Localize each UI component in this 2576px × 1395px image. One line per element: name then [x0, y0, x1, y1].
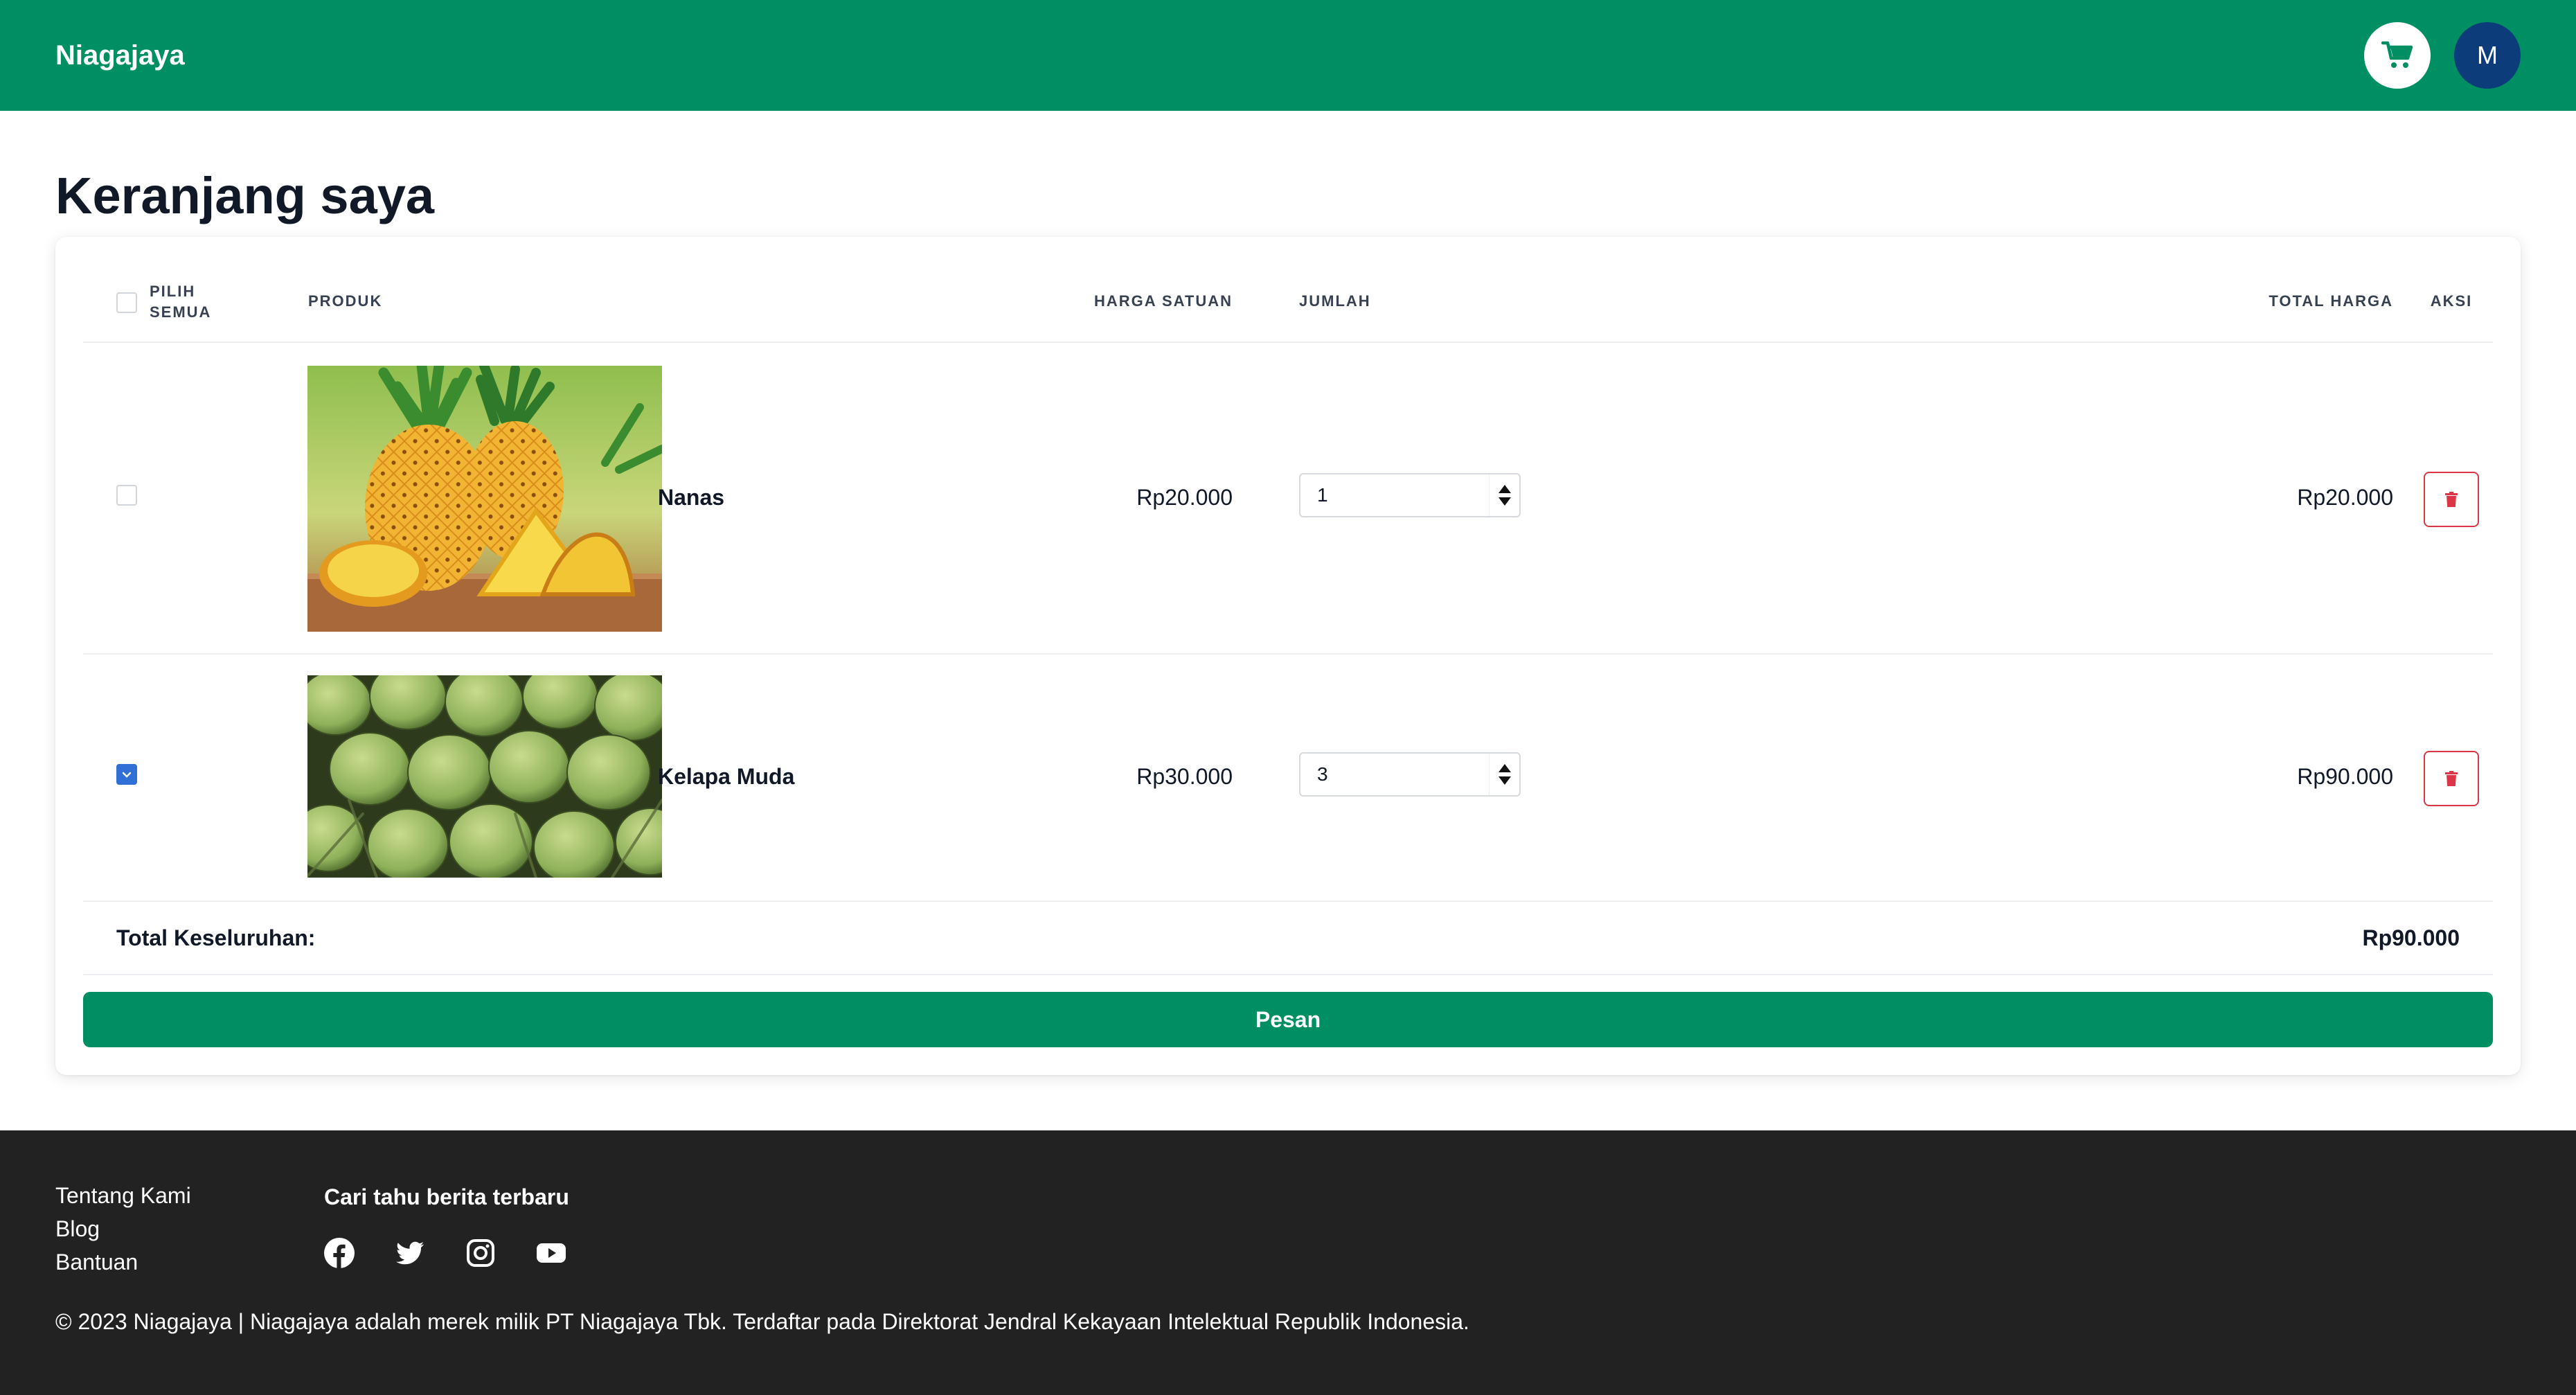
instagram-icon[interactable]	[465, 1238, 496, 1268]
unit-price: Rp20.000	[1136, 485, 1233, 510]
product-name[interactable]: Kelapa Muda	[658, 764, 794, 790]
delete-item-button[interactable]	[2424, 472, 2479, 527]
select-all-checkbox[interactable]	[116, 292, 137, 313]
decrement-arrow-icon[interactable]	[1498, 776, 1511, 785]
news-title: Cari tahu berita terbaru	[324, 1184, 569, 1209]
quantity-spinner	[1489, 754, 1519, 795]
total-value: Rp90.000	[2362, 925, 2460, 950]
quantity-value[interactable]: 1	[1300, 484, 1489, 506]
social-links	[324, 1238, 569, 1268]
decrement-arrow-icon[interactable]	[1498, 497, 1511, 506]
news-section: Cari tahu berita terbaru	[324, 1184, 569, 1268]
header-total-price: TOTAL HARGA	[2269, 292, 2393, 310]
quantity-value[interactable]: 3	[1300, 763, 1489, 785]
check-icon	[122, 772, 132, 778]
header-product: PRODUK	[308, 292, 383, 310]
total-label: Total Keseluruhan:	[116, 925, 316, 950]
product-name[interactable]: Nanas	[658, 485, 724, 510]
header-unit-price: HARGA SATUAN	[1094, 292, 1233, 310]
cart-table-header: PILIH SEMUA PRODUK HARGA SATUAN JUMLAH T…	[83, 237, 2493, 343]
row-checkbox[interactable]	[116, 764, 137, 785]
trash-icon	[2445, 771, 2458, 786]
copyright-text: © 2023 Niagajaya | Niagajaya adalah mere…	[55, 1309, 1469, 1334]
increment-arrow-icon[interactable]	[1498, 485, 1511, 493]
footer: Tentang Kami Blog Bantuan Cari tahu beri…	[0, 1130, 2576, 1395]
cart-icon	[2381, 41, 2413, 68]
top-navbar: Niagajaya M	[0, 0, 2576, 111]
delete-item-button[interactable]	[2424, 751, 2479, 806]
youtube-icon[interactable]	[536, 1238, 566, 1268]
twitter-icon[interactable]	[395, 1238, 425, 1268]
user-avatar[interactable]: M	[2454, 22, 2521, 89]
quantity-stepper[interactable]: 3	[1299, 752, 1521, 797]
row-total-price: Rp20.000	[2297, 485, 2393, 510]
table-row: Nanas Rp20.000 1 Rp20.000	[83, 343, 2493, 655]
brand-logo[interactable]: Niagajaya	[55, 40, 185, 71]
header-actions: M	[2364, 22, 2521, 89]
product-image-pineapple	[307, 366, 662, 632]
header-quantity: JUMLAH	[1299, 292, 1371, 310]
product-image-coconut	[307, 675, 662, 878]
young-coconut-photo	[307, 675, 662, 878]
cart-button[interactable]	[2364, 22, 2431, 89]
footer-link-help[interactable]: Bantuan	[55, 1251, 191, 1273]
footer-links: Tentang Kami Blog Bantuan	[55, 1184, 191, 1273]
header-action: AKSI	[2430, 292, 2473, 310]
header-select-all: PILIH SEMUA	[150, 283, 212, 321]
trash-icon	[2445, 492, 2458, 507]
row-checkbox[interactable]	[116, 485, 137, 506]
quantity-stepper[interactable]: 1	[1299, 473, 1521, 517]
row-total-price: Rp90.000	[2297, 764, 2393, 789]
facebook-icon[interactable]	[324, 1238, 355, 1268]
order-button[interactable]: Pesan	[83, 992, 2493, 1047]
footer-link-blog[interactable]: Blog	[55, 1218, 191, 1240]
cart-card: PILIH SEMUA PRODUK HARGA SATUAN JUMLAH T…	[55, 237, 2521, 1075]
table-row: Kelapa Muda Rp30.000 3 Rp90.000	[83, 655, 2493, 902]
quantity-spinner	[1489, 474, 1519, 516]
increment-arrow-icon[interactable]	[1498, 764, 1511, 772]
unit-price: Rp30.000	[1136, 764, 1233, 789]
footer-link-about[interactable]: Tentang Kami	[55, 1184, 191, 1207]
cart-total-row: Total Keseluruhan: Rp90.000	[83, 902, 2493, 975]
page-title: Keranjang saya	[55, 167, 435, 224]
pineapple-photo	[307, 366, 662, 632]
